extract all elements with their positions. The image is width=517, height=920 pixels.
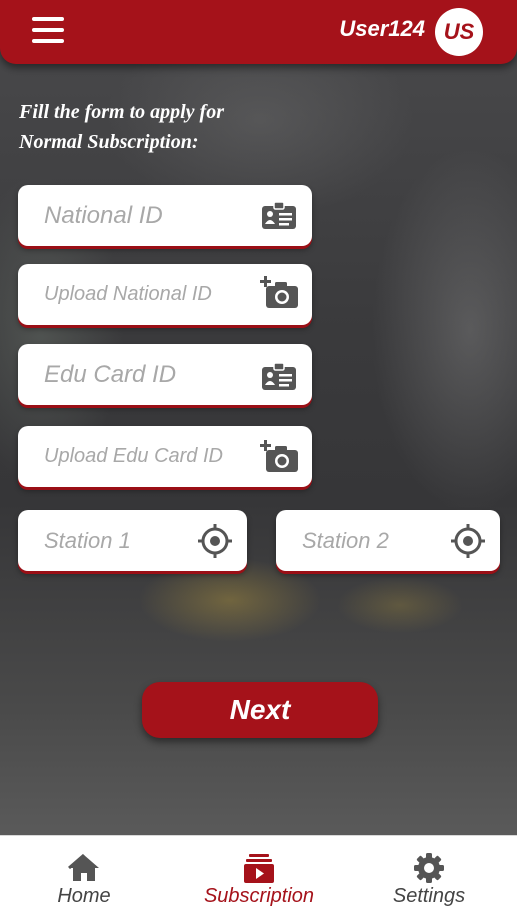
national-id-placeholder: National ID	[44, 201, 163, 229]
form-intro-text: Fill the form to apply for Normal Subscr…	[19, 97, 319, 157]
crosshair-icon[interactable]	[450, 523, 486, 559]
intro-line-1: Fill the form to apply for	[19, 101, 224, 123]
top-app-bar: User124 US	[0, 0, 517, 64]
upload-national-id-placeholder: Upload National ID	[44, 283, 212, 305]
upload-edu-card-id-field[interactable]: Upload Edu Card ID	[18, 426, 312, 487]
intro-line-2: Normal Subscription:	[19, 131, 199, 153]
station-2-placeholder: Station 2	[302, 527, 389, 553]
upload-edu-card-id-placeholder: Upload Edu Card ID	[44, 445, 223, 467]
edu-card-id-placeholder: Edu Card ID	[44, 360, 177, 388]
nav-settings-label: Settings	[392, 885, 466, 907]
station-1-field[interactable]: Station 1	[18, 510, 247, 571]
upload-national-id-field[interactable]: Upload National ID	[18, 264, 312, 325]
gear-icon	[414, 853, 444, 883]
hamburger-menu-icon[interactable]	[32, 17, 64, 45]
add-photo-icon[interactable]	[260, 440, 300, 474]
subscription-icon	[244, 854, 274, 883]
id-card-icon	[262, 363, 296, 390]
avatar[interactable]: US	[435, 8, 483, 56]
edu-card-id-field[interactable]: Edu Card ID	[18, 344, 312, 405]
home-icon	[68, 853, 99, 881]
nav-home-label: Home	[57, 885, 111, 907]
username: User124	[339, 16, 425, 41]
add-photo-icon[interactable]	[260, 276, 300, 310]
id-card-icon	[262, 202, 296, 229]
nav-subscription-label: Subscription	[203, 885, 315, 907]
bottom-navigation-bar: Home Subscription Settings	[0, 835, 517, 920]
nav-home[interactable]: Home	[44, 836, 124, 920]
nav-settings[interactable]: Settings	[384, 836, 474, 920]
crosshair-icon[interactable]	[197, 523, 233, 559]
station-1-placeholder: Station 1	[44, 527, 131, 553]
station-2-field[interactable]: Station 2	[276, 510, 500, 571]
national-id-field[interactable]: National ID	[18, 185, 312, 246]
nav-subscription[interactable]: Subscription	[194, 836, 324, 920]
next-button[interactable]: Next	[142, 682, 378, 738]
